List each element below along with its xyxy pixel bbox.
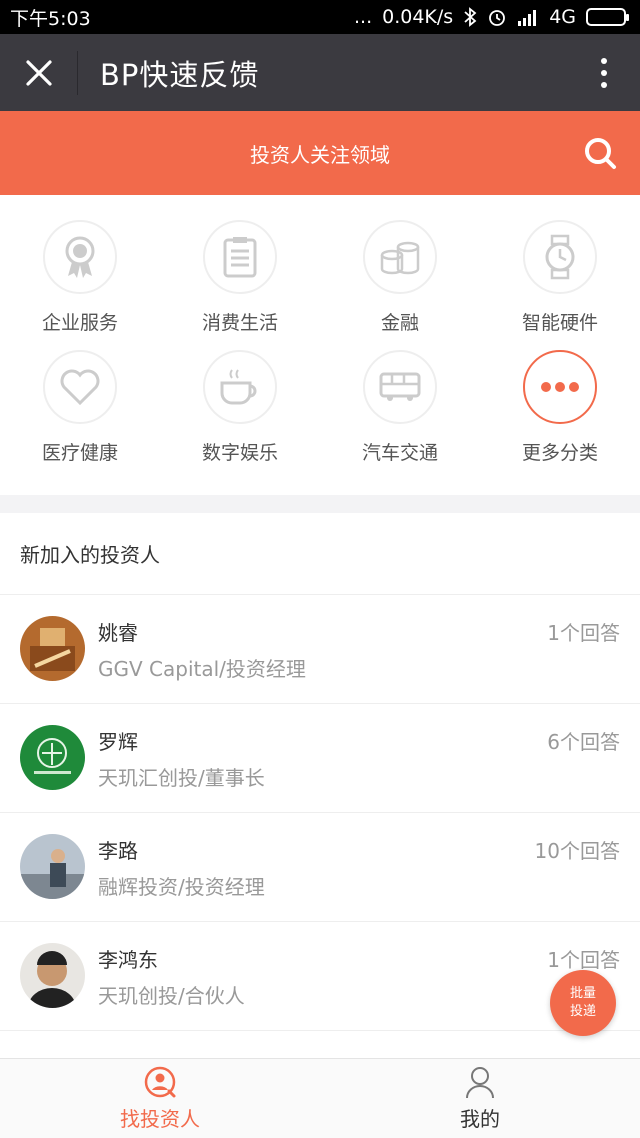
category-label: 企业服务 [41, 312, 118, 334]
section-title: 新加入的投资人 [0, 513, 640, 595]
heart-icon [43, 350, 117, 424]
status-speed: 0.04K/s [382, 6, 454, 28]
battery-icon [586, 8, 629, 26]
investor-row[interactable]: 李路 融辉投资/投资经理 10个回答 [0, 813, 640, 922]
investor-name: 李鸿东 [98, 948, 158, 972]
more-dot [601, 57, 607, 64]
coin-stack-icon [363, 220, 437, 294]
category-label: 金融 [380, 312, 419, 334]
more-menu-button[interactable] [568, 57, 640, 88]
close-button[interactable] [0, 50, 78, 95]
status-bar: 下午5:03 ... 0.04K/s 4G [0, 0, 640, 34]
investor-name: 李路 [98, 839, 138, 863]
avatar [20, 725, 85, 790]
fab-line1: 批量 [569, 986, 596, 1001]
more-dots-icon [523, 350, 597, 424]
investor-org: 天玑汇创投/董事长 [98, 766, 265, 790]
tab-label: 我的 [460, 1107, 500, 1131]
answer-count: 1个回答 [547, 948, 620, 972]
category-more[interactable]: 更多分类 [480, 350, 640, 465]
title-bar: BP快速反馈 [0, 34, 640, 111]
avatar [20, 834, 85, 899]
more-dot [601, 69, 607, 76]
search-icon[interactable] [582, 135, 618, 171]
investor-search-icon [144, 1066, 176, 1098]
category-digital-entertainment[interactable]: 数字娱乐 [160, 350, 320, 465]
investor-row[interactable]: 罗辉 天玑汇创投/董事长 6个回答 [0, 704, 640, 813]
category-label: 汽车交通 [361, 442, 438, 464]
bus-icon [363, 350, 437, 424]
answer-count: 1个回答 [547, 621, 620, 645]
category-grid: 企业服务 消费生活 金融 智能硬件 医疗健康 数字娱乐 汽车交通 更多分类 [0, 195, 640, 495]
investor-name: 罗辉 [98, 730, 138, 754]
category-smart-hardware[interactable]: 智能硬件 [480, 220, 640, 335]
category-finance[interactable]: 金融 [320, 220, 480, 335]
investor-org: 天玑创投/合伙人 [98, 984, 245, 1008]
category-enterprise-service[interactable]: 企业服务 [0, 220, 160, 335]
status-time: 下午5:03 [10, 7, 91, 30]
banner-text: 投资人关注领域 [250, 142, 390, 167]
section-divider [0, 495, 640, 513]
bottom-tab-bar: 找投资人 我的 [0, 1058, 640, 1138]
close-icon [25, 59, 52, 86]
investor-name: 姚睿 [98, 621, 138, 645]
alarm-icon [489, 10, 506, 26]
bluetooth-icon [464, 7, 477, 27]
smartwatch-icon [523, 220, 597, 294]
tab-label: 找投资人 [120, 1107, 200, 1131]
fab-line2: 投递 [569, 1004, 596, 1019]
signal-icon [518, 10, 537, 26]
investor-row[interactable]: 姚睿 GGV Capital/投资经理 1个回答 [0, 595, 640, 704]
investor-org: 融辉投资/投资经理 [98, 875, 265, 899]
avatar [20, 616, 85, 681]
category-consumer-life[interactable]: 消费生活 [160, 220, 320, 335]
award-ribbon-icon [43, 220, 117, 294]
category-auto-transport[interactable]: 汽车交通 [320, 350, 480, 465]
person-icon [466, 1067, 494, 1099]
tab-find-investors[interactable]: 找投资人 [0, 1059, 320, 1138]
category-healthcare[interactable]: 医疗健康 [0, 350, 160, 465]
status-right: ... 0.04K/s 4G [353, 6, 629, 28]
more-dot [601, 81, 607, 88]
category-label: 更多分类 [521, 442, 598, 464]
category-label: 智能硬件 [521, 312, 598, 334]
search-banner[interactable]: 投资人关注领域 [0, 111, 640, 195]
batch-submit-button[interactable]: 批量 投递 [550, 970, 616, 1036]
avatar [20, 943, 85, 1008]
coffee-cup-icon [203, 350, 277, 424]
answer-count: 6个回答 [547, 730, 620, 754]
tab-mine[interactable]: 我的 [320, 1059, 640, 1138]
category-label: 医疗健康 [41, 442, 118, 464]
status-network: 4G [549, 6, 576, 28]
page-title: BP快速反馈 [100, 57, 260, 92]
answer-count: 10个回答 [534, 839, 620, 863]
category-label: 数字娱乐 [201, 442, 278, 464]
status-dots: ... [353, 6, 373, 28]
category-label: 消费生活 [201, 312, 278, 334]
investor-org: GGV Capital/投资经理 [98, 657, 306, 681]
clipboard-list-icon [203, 220, 277, 294]
investor-row[interactable]: 李鸿东 天玑创投/合伙人 1个回答 [0, 922, 640, 1031]
